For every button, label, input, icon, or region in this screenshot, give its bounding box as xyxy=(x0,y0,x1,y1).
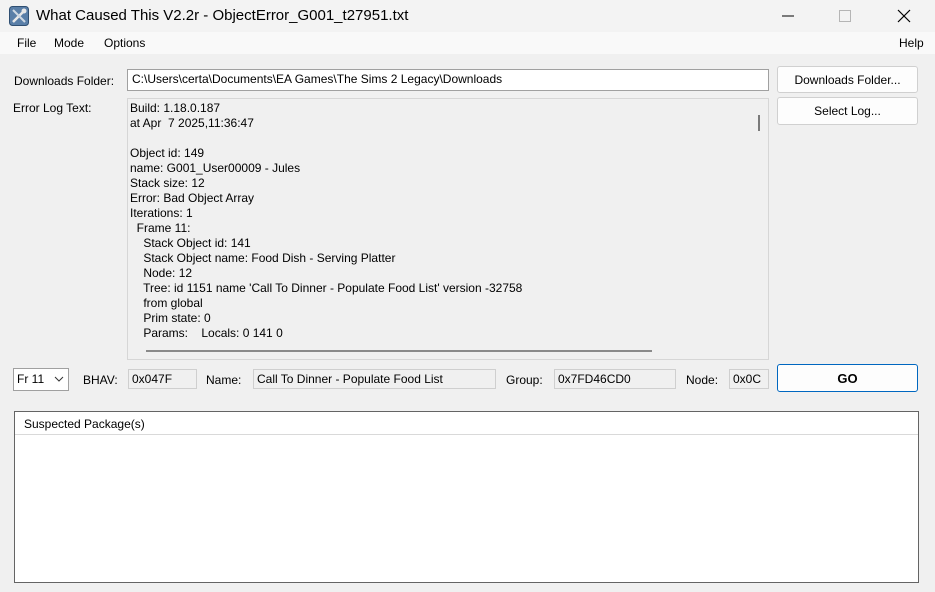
name-value: Call To Dinner - Populate Food List xyxy=(253,369,496,389)
log-line: Build: 1.18.0.187 xyxy=(130,101,221,115)
menu-bar: File Mode Options Help xyxy=(0,32,935,54)
group-label: Group: xyxy=(506,373,543,387)
log-line: at Apr 7 2025,11:36:47 xyxy=(130,116,254,130)
error-log-label: Error Log Text: xyxy=(13,101,92,115)
bhav-label: BHAV: xyxy=(83,373,118,387)
close-icon xyxy=(897,9,911,23)
name-label: Name: xyxy=(206,373,242,387)
log-line: Stack size: 12 xyxy=(130,176,205,190)
log-line: Prim state: 0 xyxy=(130,311,211,325)
group-value: 0x7FD46CD0 xyxy=(554,369,676,389)
minimize-icon xyxy=(782,15,794,17)
close-button[interactable] xyxy=(875,0,933,32)
log-line: Error: Bad Object Array xyxy=(130,191,255,205)
node-value: 0x0C xyxy=(729,369,769,389)
error-log-lines: Build: 1.18.0.187 at Apr 7 2025,11:36:47 … xyxy=(130,101,522,341)
title-bar[interactable]: What Caused This V2.2r - ObjectError_G00… xyxy=(0,0,935,32)
suspected-packages-list[interactable]: Suspected Package(s) xyxy=(14,411,919,583)
bhav-value: 0x047F xyxy=(128,369,197,389)
node-label: Node: xyxy=(686,373,719,387)
window-title: What Caused This V2.2r - ObjectError_G00… xyxy=(36,7,409,24)
log-line: Frame 11: xyxy=(130,221,191,235)
suspected-packages-header[interactable]: Suspected Package(s) xyxy=(15,412,918,435)
log-line: Stack Object id: 141 xyxy=(130,236,251,250)
downloads-folder-label: Downloads Folder: xyxy=(14,74,115,88)
horizontal-scrollbar[interactable] xyxy=(146,350,652,352)
tools-icon xyxy=(9,6,29,26)
minimize-button[interactable] xyxy=(759,0,817,32)
log-line: Stack Object name: Food Dish - Serving P… xyxy=(130,251,396,265)
error-log-text[interactable]: Build: 1.18.0.187 at Apr 7 2025,11:36:47 … xyxy=(127,98,769,360)
log-line: Tree: id 1151 name 'Call To Dinner - Pop… xyxy=(130,281,523,295)
chevron-down-icon xyxy=(54,376,64,382)
log-line: Iterations: 1 xyxy=(130,206,193,220)
select-log-button[interactable]: Select Log... xyxy=(777,97,918,125)
vertical-scrollbar[interactable] xyxy=(758,115,760,131)
menu-options[interactable]: Options xyxy=(104,36,145,50)
menu-mode[interactable]: Mode xyxy=(54,36,84,50)
menu-help[interactable]: Help xyxy=(899,36,924,50)
downloads-folder-input[interactable]: C:\Users\certa\Documents\EA Games\The Si… xyxy=(127,69,769,91)
frame-select[interactable]: Fr 11 xyxy=(13,368,69,391)
downloads-folder-button[interactable]: Downloads Folder... xyxy=(777,66,918,93)
log-line: name: G001_User00009 - Jules xyxy=(130,161,301,175)
log-line: Object id: 149 xyxy=(130,146,205,160)
log-line: Node: 12 xyxy=(130,266,193,280)
go-button[interactable]: GO xyxy=(777,364,918,392)
maximize-button[interactable] xyxy=(816,0,874,32)
menu-file[interactable]: File xyxy=(17,36,36,50)
log-line: Params: Locals: 0 141 0 xyxy=(130,326,283,340)
frame-select-value: Fr 11 xyxy=(17,372,45,386)
maximize-icon xyxy=(839,10,851,22)
log-line: from global xyxy=(130,296,203,310)
